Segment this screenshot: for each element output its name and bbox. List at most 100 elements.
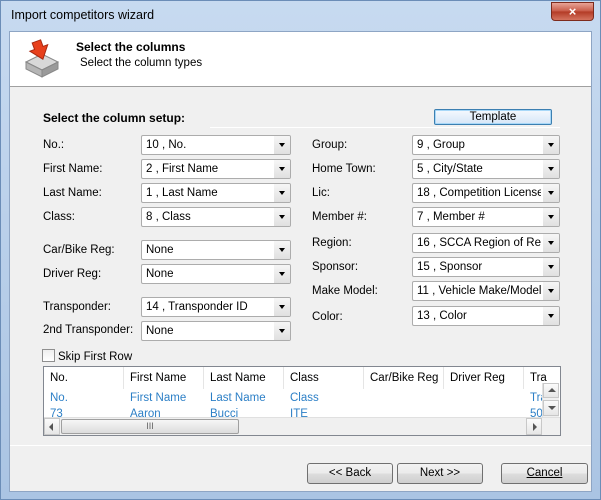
preview-grid[interactable]: No. First Name Last Name Class Car/Bike … — [43, 366, 561, 436]
car-bike-reg-combo[interactable]: None — [141, 240, 291, 260]
column-setup-label: Select the column setup: — [43, 111, 186, 125]
combo-value: 8 , Class — [146, 211, 191, 223]
scroll-left-button[interactable] — [44, 418, 60, 435]
combo-value: None — [146, 268, 174, 280]
grid-header: No. First Name Last Name Class Car/Bike … — [44, 367, 560, 389]
column-header[interactable]: Class — [284, 367, 364, 389]
group-label: Group: — [312, 139, 348, 151]
chevron-down-icon — [274, 208, 290, 226]
transponder-combo[interactable]: 14 , Transponder ID — [141, 297, 291, 317]
skip-first-row-checkbox[interactable] — [42, 349, 55, 362]
chevron-down-icon — [274, 160, 290, 178]
member-number-label: Member #: — [312, 211, 367, 223]
class-label: Class: — [43, 211, 75, 223]
chevron-down-icon — [543, 184, 559, 202]
chevron-down-icon — [543, 234, 559, 252]
import-box-icon — [24, 39, 60, 78]
title-bar[interactable]: Import competitors wizard × — [1, 1, 600, 31]
column-header[interactable]: First Name — [124, 367, 204, 389]
column-header[interactable]: Last Name — [204, 367, 284, 389]
skip-first-row-label: Skip First Row — [58, 351, 133, 363]
chevron-down-icon — [543, 160, 559, 178]
grip-icon: III — [146, 421, 154, 431]
section-divider — [210, 127, 560, 128]
chevron-down-icon — [274, 241, 290, 259]
combo-value: 9 , Group — [417, 139, 465, 151]
class-combo[interactable]: 8 , Class — [141, 207, 291, 227]
next-button[interactable]: Next >> — [397, 463, 483, 484]
column-header[interactable]: No. — [44, 367, 124, 389]
chevron-down-icon — [274, 298, 290, 316]
arrow-up-icon — [548, 388, 556, 392]
close-icon: × — [568, 4, 577, 19]
second-transponder-label: 2nd Transponder: — [43, 324, 134, 336]
horizontal-scrollbar[interactable]: III — [44, 417, 560, 435]
step-subtitle: Select the column types — [80, 57, 203, 69]
vertical-scrollbar[interactable] — [542, 383, 559, 417]
combo-value: None — [146, 325, 174, 337]
driver-reg-label: Driver Reg: — [43, 268, 102, 280]
step-title: Select the columns — [76, 40, 186, 54]
chevron-down-icon — [543, 208, 559, 226]
region-combo[interactable]: 16 , SCCA Region of Reco — [412, 233, 560, 253]
column-header[interactable]: Driver Reg — [444, 367, 524, 389]
arrow-right-icon — [533, 423, 537, 431]
combo-value: 10 , No. — [146, 139, 187, 151]
make-model-label: Make Model: — [312, 285, 378, 297]
combo-value: 5 , City/State — [417, 163, 483, 175]
skip-first-row-option[interactable]: Skip First Row — [42, 349, 132, 363]
wizard-window: Import competitors wizard × Select the c… — [0, 0, 601, 500]
grid-cell: Class — [290, 392, 319, 404]
wizard-header: Select the columns Select the column typ… — [10, 32, 591, 87]
column-header[interactable]: Car/Bike Reg — [364, 367, 444, 389]
grid-cell: Last Name — [210, 392, 266, 404]
chevron-down-icon — [543, 136, 559, 154]
grid-cell: No. — [50, 392, 68, 404]
grid-cell: First Name — [130, 392, 187, 404]
scroll-up-button[interactable] — [543, 383, 559, 398]
scroll-right-button[interactable] — [526, 418, 542, 435]
wizard-client-area: Select the columns Select the column typ… — [9, 31, 592, 492]
lic-label: Lic: — [312, 187, 330, 199]
scroll-down-button[interactable] — [543, 400, 559, 416]
lic-combo[interactable]: 18 , Competition License T — [412, 183, 560, 203]
member-number-combo[interactable]: 7 , Member # — [412, 207, 560, 227]
sponsor-combo[interactable]: 15 , Sponsor — [412, 257, 560, 277]
sponsor-label: Sponsor: — [312, 261, 359, 273]
combo-value: 13 , Color — [417, 310, 467, 322]
chevron-down-icon — [543, 258, 559, 276]
combo-value: 11 , Vehicle Make/Model — [417, 285, 541, 297]
chevron-down-icon — [274, 136, 290, 154]
chevron-down-icon — [274, 184, 290, 202]
horizontal-scroll-thumb[interactable]: III — [61, 419, 239, 434]
template-button[interactable]: Template — [434, 109, 552, 125]
arrow-left-icon — [49, 423, 53, 431]
make-model-combo[interactable]: 11 , Vehicle Make/Model — [412, 281, 560, 301]
table-row[interactable]: No. First Name Last Name Class Tra — [44, 392, 560, 408]
transponder-label: Transponder: — [43, 301, 111, 313]
cancel-button[interactable]: Cancel — [501, 463, 588, 484]
no-combo[interactable]: 10 , No. — [141, 135, 291, 155]
color-label: Color: — [312, 311, 343, 323]
combo-value: 14 , Transponder ID — [146, 301, 248, 313]
home-town-combo[interactable]: 5 , City/State — [412, 159, 560, 179]
footer-divider — [10, 445, 591, 446]
combo-value: 16 , SCCA Region of Reco — [417, 237, 541, 249]
driver-reg-combo[interactable]: None — [141, 264, 291, 284]
back-button[interactable]: << Back — [307, 463, 393, 484]
combo-value: None — [146, 244, 174, 256]
first-name-label: First Name: — [43, 163, 103, 175]
combo-value: 15 , Sponsor — [417, 261, 483, 273]
window-title: Import competitors wizard — [11, 8, 155, 22]
no-label: No.: — [43, 139, 65, 151]
chevron-down-icon — [274, 322, 290, 340]
home-town-label: Home Town: — [312, 163, 376, 175]
group-combo[interactable]: 9 , Group — [412, 135, 560, 155]
first-name-combo[interactable]: 2 , First Name — [141, 159, 291, 179]
second-transponder-combo[interactable]: None — [141, 321, 291, 341]
last-name-label: Last Name: — [43, 187, 102, 199]
color-combo[interactable]: 13 , Color — [412, 306, 560, 326]
last-name-combo[interactable]: 1 , Last Name — [141, 183, 291, 203]
combo-value: 1 , Last Name — [146, 187, 218, 199]
close-button[interactable]: × — [551, 2, 594, 21]
